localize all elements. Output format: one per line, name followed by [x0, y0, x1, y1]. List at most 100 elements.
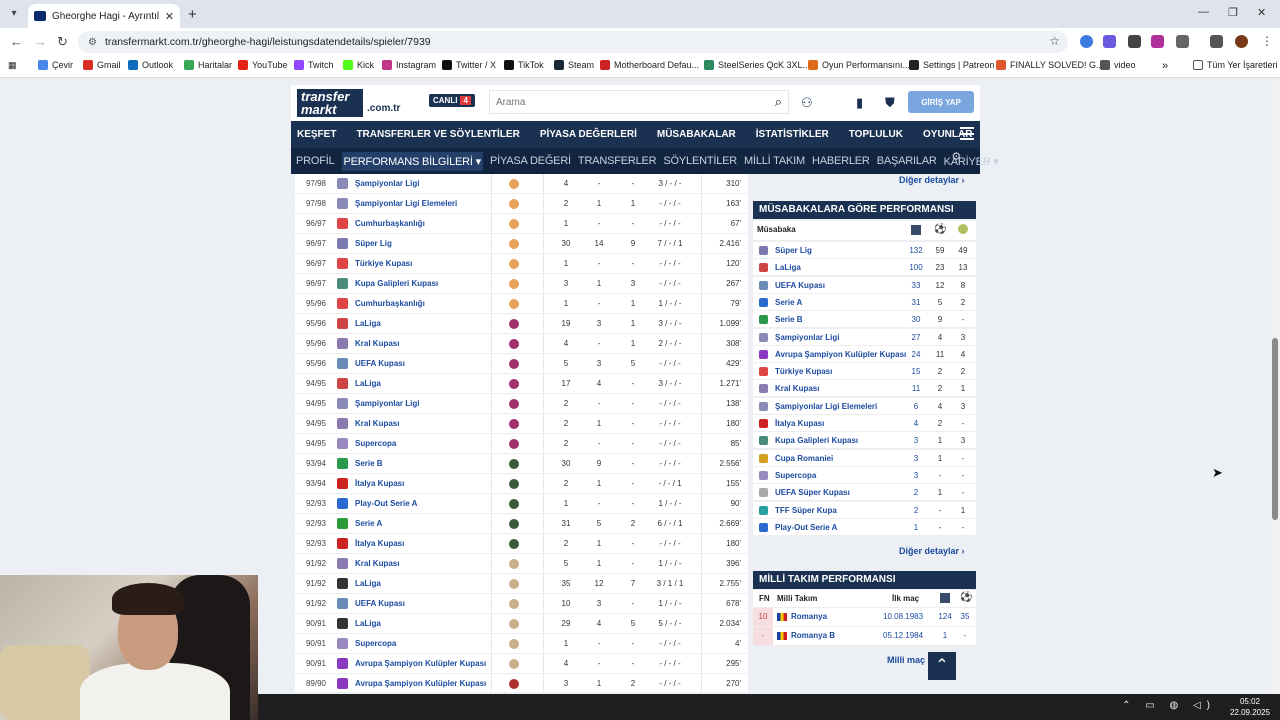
settings-gear-icon[interactable]: ⚙	[951, 150, 961, 163]
competition-link[interactable]: Kral Kupası	[775, 384, 819, 393]
puzzle-icon[interactable]	[1176, 35, 1189, 48]
club-logo-icon[interactable]	[509, 218, 519, 229]
url-bar[interactable]: ⚙ transfermarkt.com.tr/gheorghe-hagi/lei…	[78, 31, 1068, 53]
browser-tab[interactable]: Gheorghe Hagi - Ayrıntılı perfo ✕	[28, 4, 180, 28]
club-logo-icon[interactable]	[509, 318, 519, 329]
competition-link[interactable]: İtalya Kupası	[355, 479, 404, 488]
scrollbar-thumb[interactable]	[1272, 338, 1278, 520]
competition-link[interactable]: UEFA Süper Kupası	[775, 488, 850, 497]
search-input[interactable]	[496, 96, 746, 108]
main-nav-item[interactable]: İSTATİSTİKLER	[756, 129, 829, 140]
competition-link[interactable]: Kral Kupası	[355, 559, 399, 568]
comp-details-link[interactable]: Diğer detaylar ›	[899, 546, 1272, 556]
bookmark-item[interactable]: YouTube	[238, 60, 287, 70]
menu-icon[interactable]	[1210, 35, 1223, 48]
competition-link[interactable]: UEFA Kupası	[355, 599, 405, 608]
competition-link[interactable]: Serie B	[775, 315, 803, 324]
sub-nav-item[interactable]: PERFORMANS BİLGİLERİ ▾	[341, 151, 483, 171]
club-logo-icon[interactable]	[509, 478, 519, 489]
sub-nav-item[interactable]: PROFİL	[296, 155, 335, 167]
profile-avatar[interactable]	[1235, 35, 1248, 48]
main-nav-item[interactable]: PİYASA DEĞERLERİ	[540, 129, 637, 140]
competition-link[interactable]: Supercopa	[355, 639, 396, 648]
login-button[interactable]: GİRİŞ YAP	[908, 91, 974, 113]
club-logo-icon[interactable]	[509, 338, 519, 349]
extension-icon[interactable]	[1128, 35, 1141, 48]
competition-link[interactable]: Cumhurbaşkanlığı	[355, 299, 425, 308]
club-logo-icon[interactable]	[509, 538, 519, 549]
extension-icon[interactable]	[1103, 35, 1116, 48]
live-button[interactable]: CANLI 4	[429, 94, 475, 107]
sub-nav-item[interactable]: BAŞARILAR	[877, 155, 937, 167]
competition-link[interactable]: Kral Kupası	[355, 419, 399, 428]
new-tab-icon[interactable]: +	[188, 6, 197, 23]
competition-link[interactable]: UEFA Kupası	[355, 359, 405, 368]
more-bookmarks[interactable]: »	[1162, 60, 1168, 72]
sub-nav-item[interactable]: SÖYLENTİLER	[663, 155, 737, 167]
bookmark-item[interactable]: Steam	[554, 60, 594, 70]
sub-nav-item[interactable]: TRANSFERLER	[578, 155, 657, 167]
club-logo-icon[interactable]	[509, 198, 519, 209]
main-nav-item[interactable]: TRANSFERLER VE SÖYLENTİLER	[356, 129, 519, 140]
club-logo-icon[interactable]	[509, 458, 519, 469]
competition-link[interactable]: Türkiye Kupası	[775, 367, 832, 376]
transfermarkt-logo[interactable]: transfer markt	[297, 89, 363, 117]
reload-icon[interactable]: ↻	[57, 34, 68, 50]
main-nav-item[interactable]: KEŞFET	[297, 129, 336, 140]
club-logo-icon[interactable]	[509, 598, 519, 609]
user-search-icon[interactable]: ⚇	[801, 95, 813, 111]
competition-link[interactable]: Süper Lig	[775, 246, 812, 255]
bookmark-item[interactable]: SteelSeries QcK 3XL...	[704, 60, 810, 70]
bookmark-item[interactable]: Instagram	[382, 60, 436, 70]
competition-link[interactable]: Supercopa	[355, 439, 396, 448]
club-logo-icon[interactable]	[509, 638, 519, 649]
bookmark-item[interactable]: Twitch	[294, 60, 334, 70]
competition-link[interactable]: Avrupa Şampiyon Kulüpler Kupası	[355, 679, 486, 688]
extension-icon[interactable]	[1080, 35, 1093, 48]
competition-link[interactable]: TFF Süper Kupa	[775, 506, 837, 515]
bookmark-item[interactable]: TikTok	[504, 60, 544, 70]
scroll-to-top-button[interactable]: ⌃	[928, 652, 956, 680]
close-tab-icon[interactable]: ✕	[165, 10, 174, 23]
kebab-menu-icon[interactable]: ⋮	[1261, 34, 1273, 48]
competition-link[interactable]: Süper Lig	[355, 239, 392, 248]
competition-link[interactable]: Play-Out Serie A	[355, 499, 417, 508]
bookmark-item[interactable]: Twitter / X	[442, 60, 496, 70]
competition-link[interactable]: İtalya Kupası	[775, 419, 824, 428]
competition-link[interactable]: LaLiga	[355, 319, 381, 328]
competition-link[interactable]: İtalya Kupası	[355, 539, 404, 548]
club-logo-icon[interactable]	[509, 358, 519, 369]
club-logo-icon[interactable]	[509, 518, 519, 529]
competition-link[interactable]: Supercopa	[775, 471, 816, 480]
competition-link[interactable]: Serie A	[355, 519, 382, 528]
bookmark-item[interactable]: Gmail	[83, 60, 121, 70]
bookmark-item[interactable]: Çevir	[38, 60, 73, 70]
national-team-link[interactable]: Romanya	[791, 612, 827, 621]
competition-link[interactable]: LaLiga	[355, 619, 381, 628]
hamburger-icon[interactable]	[960, 127, 974, 140]
shield-icon[interactable]: ⛊	[885, 95, 895, 111]
competition-link[interactable]: Cupa Romaniei	[775, 454, 833, 463]
competition-link[interactable]: LaLiga	[355, 379, 381, 388]
close-window-icon[interactable]: ✕	[1257, 6, 1266, 19]
club-logo-icon[interactable]	[509, 398, 519, 409]
tab-list-icon[interactable]: ▾	[6, 6, 22, 22]
competition-link[interactable]: Avrupa Şampiyon Kulüpler Kupası	[775, 350, 906, 359]
bookmark-item[interactable]: Oyun Performansını...	[808, 60, 910, 70]
club-logo-icon[interactable]	[509, 258, 519, 269]
details-link[interactable]: Diğer detaylar ›	[899, 175, 1272, 185]
club-logo-icon[interactable]	[509, 238, 519, 249]
competition-link[interactable]: Şampiyonlar Ligi Elemeleri	[355, 199, 457, 208]
sub-nav-item[interactable]: PİYASA DEĞERİ	[490, 155, 571, 167]
club-logo-icon[interactable]	[509, 578, 519, 589]
bookmark-item[interactable]: Kick	[343, 60, 374, 70]
apps-icon[interactable]: ▦	[8, 60, 17, 71]
competition-link[interactable]: Serie B	[355, 459, 383, 468]
competition-link[interactable]: Play-Out Serie A	[775, 523, 837, 532]
club-logo-icon[interactable]	[509, 558, 519, 569]
watchlist-icon[interactable]: ▮	[856, 95, 863, 111]
competition-link[interactable]: Şampiyonlar Ligi	[775, 333, 839, 342]
competition-link[interactable]: Cumhurbaşkanlığı	[355, 219, 425, 228]
competition-link[interactable]: Avrupa Şampiyon Kulüpler Kupası	[355, 659, 486, 668]
forward-icon[interactable]: →	[34, 34, 47, 49]
